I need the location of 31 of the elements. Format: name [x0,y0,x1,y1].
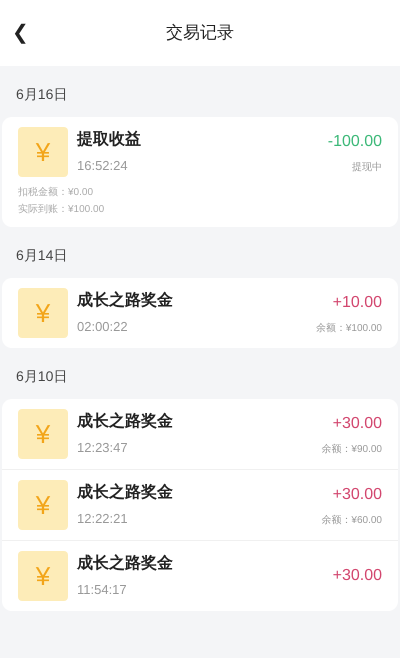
yuan-icon: ¥ [18,127,68,177]
transaction-time: 02:00:22 [77,318,129,336]
yuan-icon: ¥ [18,551,68,601]
transaction-title: 成长之路奖金 [77,290,174,312]
transaction-amount: +10.00 [332,292,382,312]
page-title: 交易记录 [166,22,234,44]
transaction-title: 提取收益 [77,130,142,150]
transaction-title: 成长之路奖金 [77,553,174,574]
yuan-icon: ¥ [18,480,68,530]
transaction-time: 11:54:17 [77,581,128,600]
transaction-title: 成长之路奖金 [77,411,174,432]
date-heading: 6月10日 [15,367,68,386]
transaction-amount: -100.00 [328,132,382,152]
transaction-amount: +30.00 [332,484,382,504]
transaction-note: 余额：¥90.00 [321,442,382,456]
date-heading: 6月16日 [15,85,68,104]
transaction-amount: +30.00 [332,566,382,586]
yuan-icon: ¥ [18,288,68,338]
transaction-note: 余额：¥100.00 [316,322,382,336]
transaction-detail: 扣税金额：¥0.00 [18,186,94,200]
transaction-time: 12:23:47 [77,439,129,458]
transaction-note: 余额：¥60.00 [321,514,382,528]
transaction-title: 成长之路奖金 [77,482,174,504]
date-heading: 6月14日 [15,246,68,265]
back-button[interactable]: ❮ [12,18,29,48]
transaction-time: 16:52:24 [77,157,129,176]
transaction-amount: +30.00 [332,414,382,434]
transaction-note: 提现中 [352,160,382,174]
transaction-detail: 实际到账：¥100.00 [18,202,106,217]
yuan-icon: ¥ [18,409,68,459]
transaction-time: 12:22:21 [77,510,129,528]
